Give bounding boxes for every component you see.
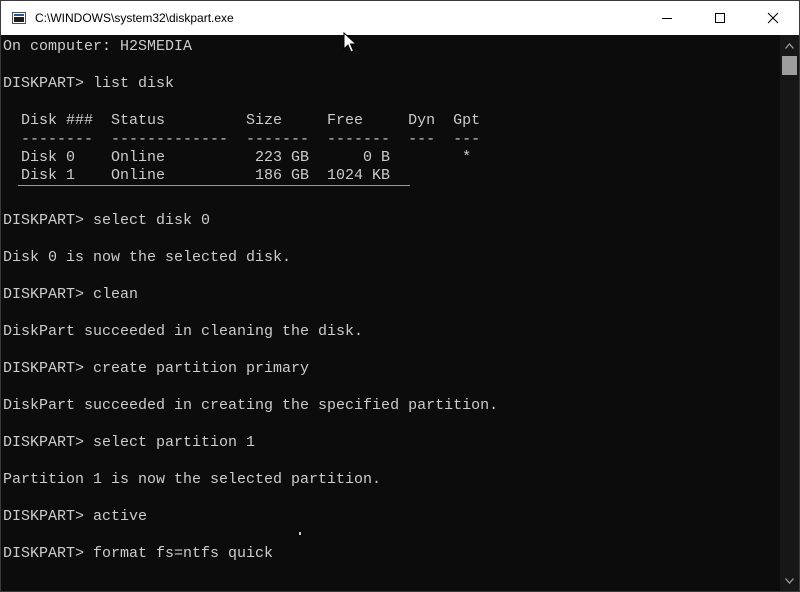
mouse-pointer-icon [343, 32, 357, 53]
console-line: DISKPART> create partition primary [3, 360, 310, 377]
vertical-scrollbar[interactable] [780, 35, 799, 591]
console-input-line[interactable]: DISKPART> format fs=ntfs quick [3, 545, 273, 563]
scroll-down-arrow-icon [785, 577, 794, 584]
table-row: Disk 0 Online 223 GB 0 B * [3, 149, 472, 166]
console-line: DISKPART> active [3, 508, 148, 525]
console-app-icon[interactable] [12, 12, 26, 24]
maximize-button[interactable] [693, 1, 746, 35]
scroll-up-arrow-icon [785, 42, 794, 49]
console-line: Disk 0 is now the selected disk. [3, 249, 292, 266]
table-separator: -------- ------------- ------- ------- -… [3, 131, 481, 148]
console-line: On computer: H2SMEDIA [3, 38, 193, 55]
console-line: DISKPART> list disk [3, 75, 175, 92]
close-icon [767, 12, 778, 24]
console-line: DiskPart succeeded in cleaning the disk. [3, 323, 364, 340]
console-line: DiskPart succeeded in creating the speci… [3, 397, 499, 414]
console-line: Partition 1 is now the selected partitio… [3, 471, 382, 488]
window-title: C:\WINDOWS\system32\diskpart.exe [35, 11, 234, 25]
close-button[interactable] [746, 1, 799, 35]
maximize-icon [714, 13, 725, 23]
scroll-down-button[interactable] [780, 572, 799, 589]
text-artifact-dot [299, 532, 301, 535]
console-line: DISKPART> select disk 0 [3, 212, 211, 229]
minimize-icon [661, 18, 672, 19]
console-output[interactable]: On computer: H2SMEDIA DISKPART> list dis… [1, 35, 780, 591]
table-underline [18, 185, 410, 186]
table-row: Disk 1 Online 186 GB 1024 KB [3, 167, 391, 184]
title-bar[interactable]: C:\WINDOWS\system32\diskpart.exe [1, 1, 799, 35]
window-controls [640, 1, 799, 35]
console-line: DISKPART> select partition 1 [3, 434, 256, 451]
console-line: DISKPART> clean [3, 286, 139, 303]
scroll-thumb[interactable] [782, 56, 797, 75]
scroll-up-button[interactable] [780, 37, 799, 54]
table-header: Disk ### Status Size Free Dyn Gpt [3, 112, 481, 129]
console-window: C:\WINDOWS\system32\diskpart.exe On comp… [0, 0, 800, 592]
minimize-button[interactable] [640, 1, 693, 35]
